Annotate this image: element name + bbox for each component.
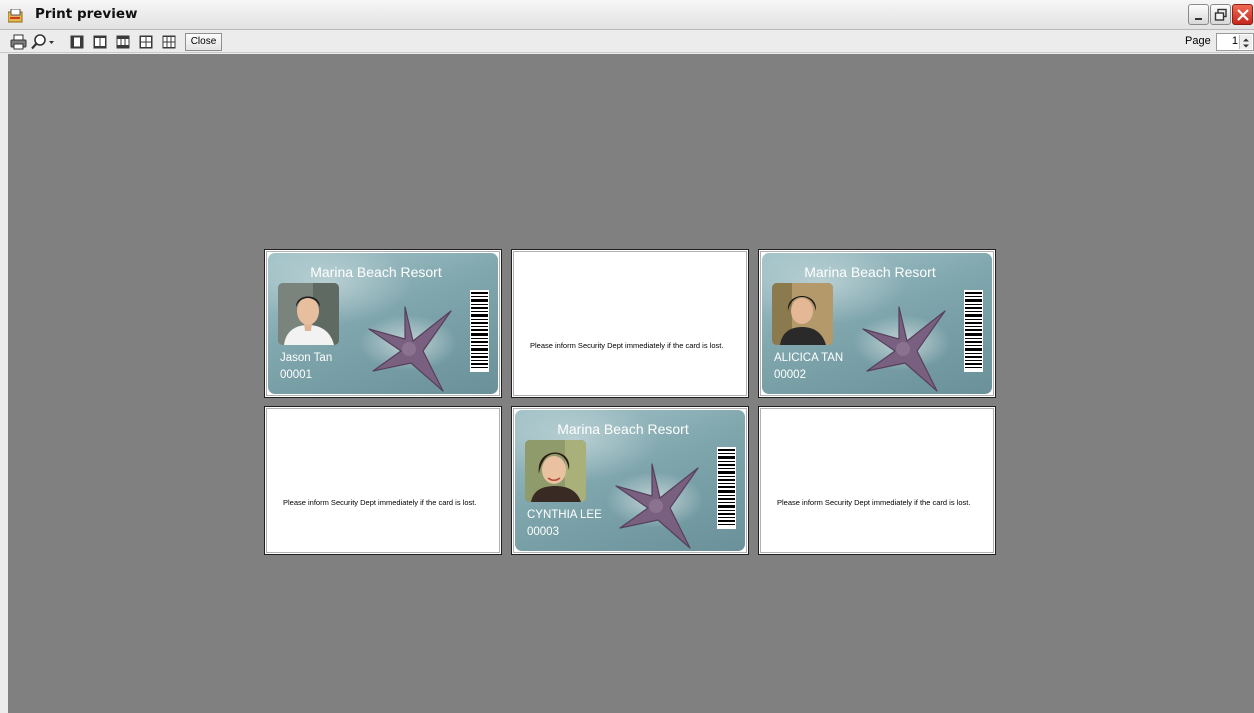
card-holder-id: 00001 — [280, 369, 312, 381]
print-icon[interactable] — [10, 34, 28, 50]
six-pages-icon[interactable] — [162, 34, 176, 50]
page-tile[interactable]: Marina Beach Resort — [511, 406, 749, 555]
two-pages-icon[interactable] — [93, 34, 107, 50]
female-portrait-icon — [525, 440, 586, 502]
card-holder-name: Jason Tan — [280, 352, 333, 364]
id-card-front: Marina Beach Resort — [515, 410, 745, 551]
one-page-icon[interactable] — [70, 34, 84, 50]
card-resort-title: Marina Beach Resort — [804, 264, 936, 280]
starfish-icon — [365, 305, 460, 394]
app-icon — [7, 8, 24, 23]
card-resort-title: Marina Beach Resort — [557, 421, 689, 437]
spin-arrows-icon[interactable] — [1239, 35, 1252, 49]
close-window-button[interactable] — [1232, 4, 1253, 25]
page-label: Page — [1185, 35, 1211, 47]
four-pages-icon[interactable] — [139, 34, 153, 50]
barcode-icon — [470, 290, 489, 372]
minimize-button[interactable] — [1188, 4, 1209, 25]
toolbar: Close Page 1 — [0, 31, 1254, 53]
restore-icon — [1214, 8, 1227, 21]
page-tile[interactable]: Please inform Security Dept immediately … — [758, 406, 996, 555]
title-bar: Print preview — [0, 0, 1254, 30]
starfish-icon — [859, 305, 954, 394]
restore-button[interactable] — [1210, 4, 1231, 25]
card-back-text: Please inform Security Dept immediately … — [777, 498, 971, 507]
male-portrait-icon — [278, 283, 339, 345]
id-card-front: Marina Beach Resort — [268, 253, 498, 394]
id-card-front: Marina Beach Resort — [762, 253, 992, 394]
card-holder-id: 00003 — [527, 526, 559, 538]
page-tile[interactable]: Marina Beach Resort — [758, 249, 996, 398]
card-holder-name: CYNTHIA LEE — [527, 509, 602, 521]
card-back-text: Please inform Security Dept immediately … — [283, 498, 477, 507]
photo-avatar — [525, 440, 586, 502]
page-number[interactable]: 1 — [1232, 35, 1238, 47]
window-title: Print preview — [35, 6, 138, 22]
close-button[interactable]: Close — [185, 33, 222, 51]
left-margin — [0, 54, 8, 713]
close-icon — [1237, 9, 1249, 21]
page-tile[interactable]: Please inform Security Dept immediately … — [264, 406, 502, 555]
page-spinner[interactable]: 1 — [1216, 33, 1254, 51]
card-holder-id: 00002 — [774, 369, 806, 381]
three-pages-icon[interactable] — [116, 34, 130, 50]
preview-area[interactable]: Marina Beach Resort Jason Tan 00001 Plea… — [8, 54, 1254, 713]
page-tile[interactable]: Marina Beach Resort — [264, 249, 502, 398]
starfish-icon — [612, 462, 707, 551]
barcode-icon — [717, 447, 736, 529]
card-back-text: Please inform Security Dept immediately … — [530, 341, 724, 350]
photo-avatar — [772, 283, 833, 345]
page-tile[interactable]: Please inform Security Dept immediately … — [511, 249, 749, 398]
barcode-icon — [964, 290, 983, 372]
female-portrait-icon — [772, 283, 833, 345]
photo-avatar — [278, 283, 339, 345]
minimize-icon — [1195, 18, 1202, 20]
card-holder-name: ALICICA TAN — [774, 352, 844, 364]
zoom-icon[interactable] — [31, 34, 55, 50]
card-resort-title: Marina Beach Resort — [310, 264, 442, 280]
